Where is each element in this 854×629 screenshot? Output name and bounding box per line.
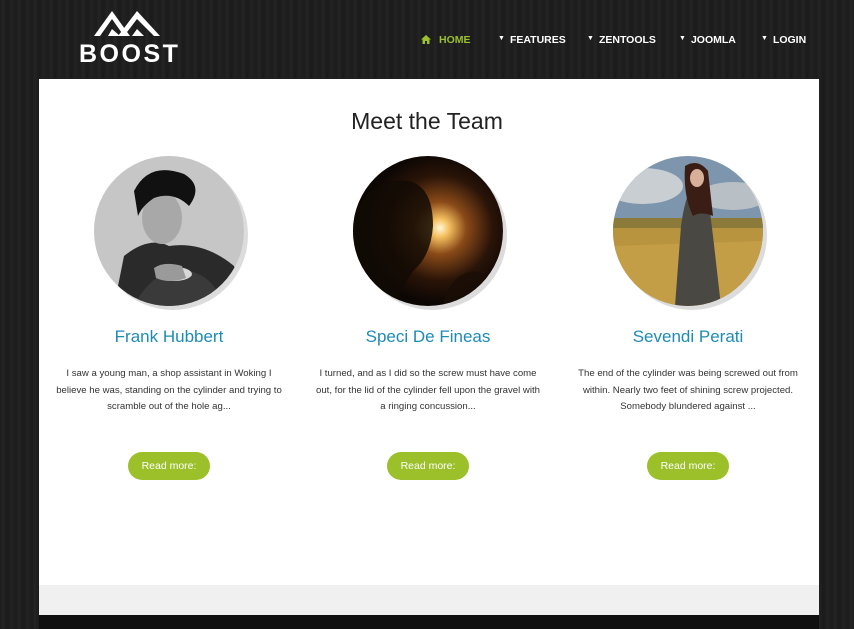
nav-item-features[interactable]: ▼ FEATURES: [498, 33, 566, 49]
member-description: The end of the cylinder was being screwe…: [578, 368, 798, 412]
member-name[interactable]: Speci De Fineas: [298, 326, 558, 348]
nav-item-joomla[interactable]: ▼ JOOMLA: [679, 33, 736, 49]
home-icon: [421, 35, 431, 44]
caret-down-icon: ▼: [679, 35, 686, 42]
member-name[interactable]: Sevendi Perati: [558, 326, 818, 348]
panel-footer: [39, 585, 819, 615]
caret-down-icon: ▼: [761, 35, 768, 42]
main-nav: HOME ▼ FEATURES ▼ ZENTOOLS ▼ JOOMLA ▼ LOGIN: [0, 33, 854, 47]
member-photo[interactable]: [613, 156, 763, 306]
nav-item-home[interactable]: HOME: [421, 33, 471, 47]
member-photo[interactable]: [94, 156, 244, 306]
section-title: Meet the Team: [351, 108, 503, 134]
nav-label-login: LOGIN: [772, 34, 807, 46]
member-description: I turned, and as I did so the screw must…: [316, 368, 540, 412]
bottom-strip: [39, 615, 819, 629]
nav-label-zentools: ZENTOOLS: [598, 34, 656, 46]
caret-down-icon: ▼: [498, 35, 505, 42]
member-description: I saw a young man, a shop assistant in W…: [56, 368, 282, 412]
read-more-button[interactable]: Read more:: [128, 452, 210, 480]
site-header: BOOST HOME ▼ FEATURES ▼ ZENTOOLS ▼ JOOMLA ▼…: [0, 0, 854, 79]
read-more-button[interactable]: Read more:: [387, 452, 469, 480]
nav-item-zentools[interactable]: ▼ ZENTOOLS: [587, 33, 656, 49]
member-photo[interactable]: [353, 156, 503, 306]
nav-label-home: HOME: [439, 34, 471, 46]
nav-label-joomla: JOOMLA: [690, 34, 736, 46]
read-more-button[interactable]: Read more:: [647, 452, 729, 480]
caret-down-icon: ▼: [587, 35, 594, 42]
nav-label-features: FEATURES: [509, 34, 566, 46]
member-name[interactable]: Frank Hubbert: [39, 326, 299, 348]
nav-item-login[interactable]: ▼ LOGIN: [761, 33, 806, 49]
